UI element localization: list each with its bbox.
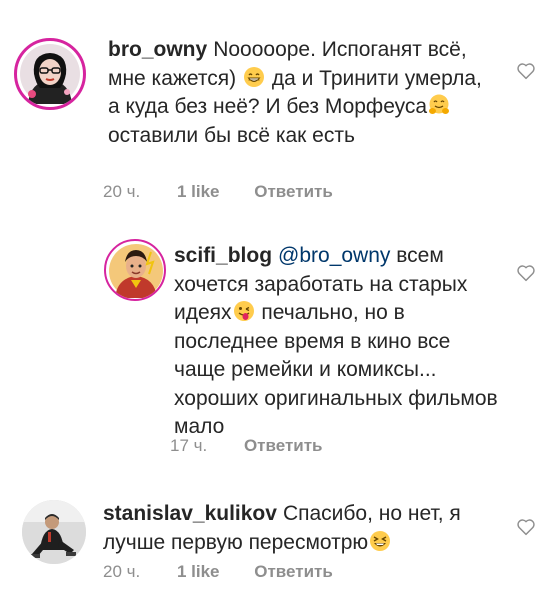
avatar[interactable] (104, 239, 166, 301)
comment-text: bro_owny Nooooope. Испоганят всё, мне каж… (108, 36, 488, 150)
avatar[interactable] (14, 38, 86, 110)
comment-username[interactable]: stanislav_kulikov (103, 502, 277, 525)
comments-thread: bro_owny Nooooope. Испоганят всё, мне каж… (0, 0, 560, 599)
avatar[interactable] (22, 500, 86, 564)
winking-tongue-emoji (233, 300, 255, 322)
mention-link[interactable]: @bro_owny (278, 244, 390, 267)
comment-meta: 17 ч. Ответить (170, 436, 323, 456)
comment-text: stanislav_kulikov Спасибо, но нет, я лучш… (103, 500, 503, 557)
comment-meta: 20 ч. 1 like Ответить (103, 182, 333, 202)
comment-timestamp: 20 ч. (103, 562, 141, 581)
laughing-emoji (369, 530, 391, 552)
smiling-hands-emoji (428, 94, 450, 116)
grinning-smiling-eyes-emoji (243, 66, 265, 88)
likes-count-link[interactable]: 1 like (177, 182, 220, 202)
comment-timestamp: 20 ч. (103, 182, 141, 201)
reply-button[interactable]: Ответить (254, 182, 333, 202)
comment-text: scifi_blog @bro_owny всем хочется заработ… (174, 242, 504, 442)
like-heart-icon[interactable] (516, 518, 536, 536)
like-heart-icon[interactable] (516, 62, 536, 80)
reply-button[interactable]: Ответить (254, 562, 333, 582)
comment-text-part: оставили бы всё как есть (108, 123, 355, 147)
comment-username[interactable]: bro_owny (108, 38, 207, 61)
like-heart-icon[interactable] (516, 264, 536, 282)
likes-count-link[interactable]: 1 like (177, 562, 220, 582)
comment-username[interactable]: scifi_blog (174, 244, 272, 267)
reply-button[interactable]: Ответить (244, 436, 323, 456)
comment-timestamp: 17 ч. (170, 436, 208, 455)
comment-meta: 20 ч. 1 like Ответить (103, 562, 333, 582)
